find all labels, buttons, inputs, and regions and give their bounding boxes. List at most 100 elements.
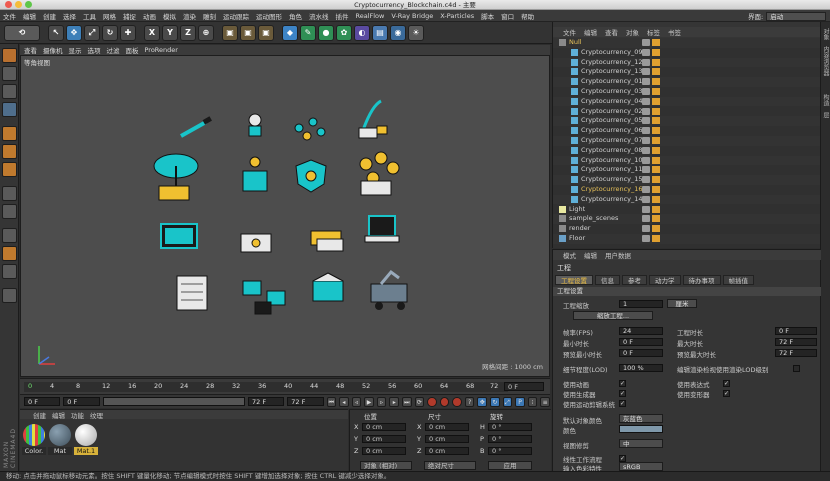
visibility-toggle[interactable] [642, 195, 650, 203]
enable-axis-icon[interactable] [2, 186, 17, 201]
attribute-menu-edit[interactable]: 编辑 [584, 250, 597, 260]
floor-icon[interactable]: ▤ [372, 24, 388, 41]
material-menu-create[interactable]: 创建 [33, 410, 46, 420]
wallet-icon[interactable] [240, 233, 272, 253]
loop-icon[interactable]: ⟳ [414, 396, 425, 407]
viewport-menu-panel[interactable]: 面板 [126, 45, 139, 55]
object-row[interactable]: Null [553, 38, 821, 48]
timeline-layout-icon[interactable]: ≡ [540, 396, 550, 407]
layout-dropdown[interactable]: 启动 [766, 11, 826, 21]
current-frame-field[interactable]: 0 F [504, 382, 544, 391]
use-animation-checkbox[interactable]: ✓ [619, 380, 626, 387]
cash-stack-icon[interactable] [310, 230, 344, 252]
render-lod-checkbox[interactable] [793, 365, 800, 372]
server-rack-icon[interactable] [176, 275, 208, 311]
camera-icon[interactable]: ◉ [390, 24, 406, 41]
side-tab-content-browser[interactable]: 内容浏览器 [822, 46, 830, 76]
linear-workflow-checkbox[interactable]: ✓ [619, 455, 626, 462]
blockchain-cubes-icon[interactable] [242, 280, 286, 315]
object-row[interactable]: Cryptocurrency_09 [553, 48, 821, 58]
material-tag-icon[interactable] [652, 215, 660, 223]
object-row[interactable]: Cryptocurrency_06 [553, 126, 821, 136]
workplane-icon[interactable] [2, 102, 17, 117]
side-tab-objects[interactable]: 对象 [822, 28, 830, 40]
preview-max-field[interactable]: 72 F [775, 349, 817, 357]
material-tag-icon[interactable] [652, 137, 660, 144]
menu-create[interactable]: 创建 [43, 11, 56, 21]
start-frame-field[interactable]: 0 F [24, 397, 61, 406]
object-menu-file[interactable]: 文件 [563, 27, 576, 37]
visibility-toggle[interactable] [642, 186, 650, 193]
object-row[interactable]: Cryptocurrency_04 [553, 96, 821, 107]
scale-icon[interactable]: ⤢ [84, 24, 100, 41]
menu-simulate[interactable]: 模拟 [163, 11, 176, 21]
scale-project-button[interactable]: 缩放工程... [573, 311, 653, 320]
position-y-field[interactable]: 0 cm [362, 435, 406, 443]
visibility-toggle[interactable] [642, 215, 650, 223]
visibility-toggle[interactable] [642, 235, 650, 242]
record-rotation-icon[interactable]: ↻ [490, 396, 500, 407]
play-icon[interactable]: ▶ [364, 396, 374, 407]
timeline-track[interactable]: 0 4 8 12 16 20 24 28 32 36 40 44 48 52 5… [24, 382, 508, 392]
soft-selection-icon[interactable] [2, 246, 17, 261]
light-icon[interactable]: ☀ [408, 24, 424, 41]
material-tag-icon[interactable] [652, 97, 660, 105]
go-to-end-icon[interactable]: ⏭ [402, 396, 412, 407]
material-tag-icon[interactable] [652, 68, 660, 76]
visibility-toggle[interactable] [642, 137, 650, 144]
viewport[interactable]: 等角视图 网格间距: 1000 cm [20, 55, 550, 377]
size-y-field[interactable]: 0 cm [425, 435, 469, 443]
menu-motion-tracking[interactable]: 运动跟踪 [223, 11, 249, 21]
visibility-toggle[interactable] [642, 205, 650, 213]
menu-render[interactable]: 渲染 [183, 11, 196, 21]
position-z-field[interactable]: 0 cm [362, 447, 406, 455]
preview-start-field[interactable]: 0 F [63, 397, 100, 406]
object-row[interactable]: Cryptocurrency_03 [553, 87, 821, 97]
object-row[interactable]: Light [553, 205, 821, 215]
visibility-toggle[interactable] [642, 127, 650, 135]
shield-coin-icon[interactable] [295, 159, 327, 193]
subdivision-icon[interactable]: ● [318, 24, 334, 41]
visibility-toggle[interactable] [642, 48, 650, 56]
previous-frame-icon[interactable]: ◃ [351, 396, 362, 407]
material-tag-icon[interactable] [652, 205, 660, 213]
position-x-field[interactable]: 0 cm [362, 423, 406, 431]
use-motion-system-checkbox[interactable]: ✓ [619, 400, 626, 407]
previous-key-icon[interactable]: ◂ [339, 396, 349, 407]
object-row[interactable]: Floor [553, 234, 821, 244]
material-item[interactable]: Mat [48, 424, 72, 455]
visibility-toggle[interactable] [642, 78, 650, 86]
object-row[interactable]: Cryptocurrency_08 [553, 146, 821, 156]
material-tag-icon[interactable] [652, 117, 660, 125]
material-tag-icon[interactable] [652, 146, 660, 154]
menu-mograph[interactable]: 运动图形 [256, 11, 282, 21]
material-tag-icon[interactable] [652, 88, 660, 95]
keyframe-selection-icon[interactable] [452, 396, 462, 407]
project-duration-field[interactable]: 0 F [775, 327, 817, 335]
viewport-menu-display[interactable]: 显示 [69, 45, 82, 55]
max-time-field[interactable]: 72 F [775, 338, 817, 346]
umbrella-icon[interactable] [153, 153, 199, 201]
snap-icon[interactable] [2, 228, 17, 243]
network-nodes-icon[interactable] [294, 117, 326, 141]
recent-tools-icon[interactable]: ✚ [120, 24, 136, 41]
preview-range-slider[interactable] [102, 397, 245, 406]
undo-redo-icon[interactable]: ⟲ [4, 24, 40, 41]
project-scale-unit-dropdown[interactable]: 厘米 [667, 299, 697, 308]
x-axis-button[interactable]: X [144, 24, 160, 41]
object-row[interactable]: Cryptocurrency_11 [553, 165, 821, 175]
use-generators-checkbox[interactable]: ✓ [619, 390, 626, 397]
input-color-profile-dropdown[interactable]: sRGB [619, 462, 663, 471]
menu-mesh[interactable]: 网格 [103, 11, 116, 21]
size-z-field[interactable]: 0 cm [425, 447, 469, 455]
object-row[interactable]: Cryptocurrency_13 [553, 67, 821, 77]
material-item[interactable]: Mat.1 [74, 424, 98, 455]
object-row[interactable]: sample_scenes [553, 214, 821, 224]
rotation-p-field[interactable]: 0 ° [488, 435, 532, 443]
visibility-toggle[interactable] [642, 88, 650, 95]
object-row[interactable]: Cryptocurrency_12 [553, 57, 821, 68]
material-tag-icon[interactable] [652, 235, 660, 242]
object-row[interactable]: Cryptocurrency_14 [553, 194, 821, 205]
material-tag-icon[interactable] [652, 58, 660, 66]
menu-window[interactable]: 窗口 [501, 11, 514, 21]
